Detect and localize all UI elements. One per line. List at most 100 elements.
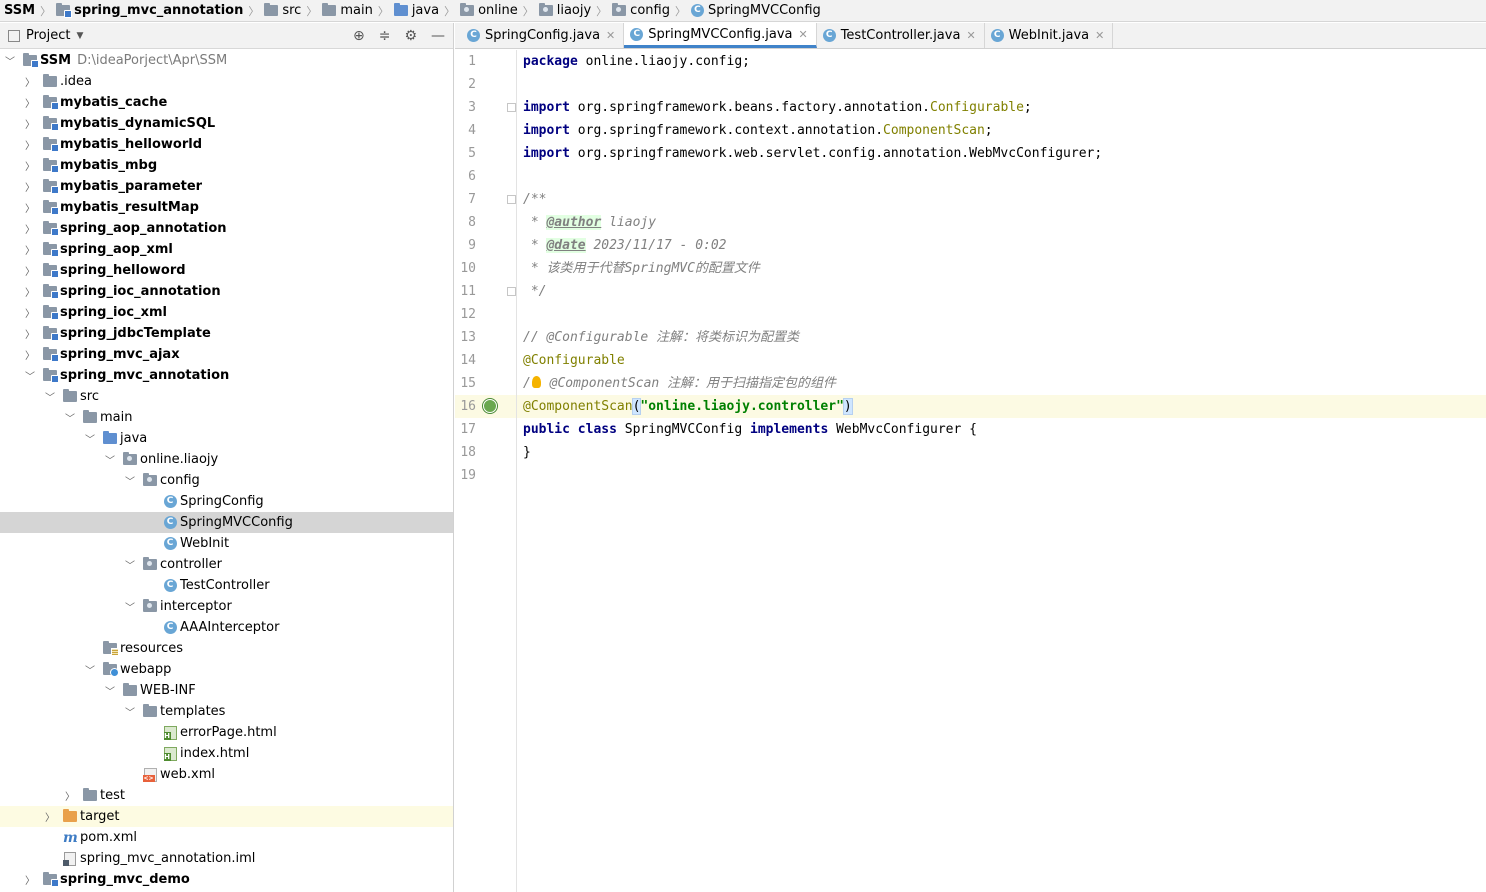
- tree-node[interactable]: ﹀ main: [0, 407, 453, 428]
- tree-node[interactable]: 〉 spring_ioc_xml: [0, 302, 453, 323]
- locate-icon[interactable]: ⊕: [353, 28, 365, 44]
- chevron-right-icon[interactable]: 〉: [24, 95, 36, 110]
- close-icon[interactable]: ✕: [798, 28, 807, 41]
- tree-node[interactable]: 〉 test: [0, 785, 453, 806]
- chevron-down-icon[interactable]: ﹀: [124, 599, 136, 614]
- chevron-right-icon[interactable]: 〉: [24, 326, 36, 341]
- chevron-down-icon[interactable]: ﹀: [84, 662, 96, 677]
- chevron-down-icon[interactable]: ﹀: [124, 557, 136, 572]
- module-folder-icon: [43, 242, 59, 257]
- chevron-down-icon[interactable]: ﹀: [4, 53, 16, 68]
- tree-node[interactable]: 〉 spring_ioc_annotation: [0, 281, 453, 302]
- chevron-right-icon[interactable]: 〉: [24, 347, 36, 362]
- chevron-down-icon[interactable]: ﹀: [104, 452, 116, 467]
- tree-node[interactable]: AAAInterceptor: [0, 617, 453, 638]
- chevron-right-icon[interactable]: 〉: [24, 200, 36, 215]
- tree-node[interactable]: 〉 mybatis_helloworld: [0, 134, 453, 155]
- tree-node[interactable]: web.xml: [0, 764, 453, 785]
- tree-node[interactable]: ﹀ online.liaojy: [0, 449, 453, 470]
- breadcrumb-item[interactable]: online: [460, 3, 518, 18]
- chevron-right-icon[interactable]: 〉: [44, 809, 56, 824]
- tree-node[interactable]: 〉 spring_jdbcTemplate: [0, 323, 453, 344]
- tree-node[interactable]: 〉 mybatis_parameter: [0, 176, 453, 197]
- tree-node[interactable]: 〉 spring_mvc_demo: [0, 869, 453, 890]
- chevron-right-icon[interactable]: 〉: [24, 305, 36, 320]
- chevron-right-icon[interactable]: 〉: [24, 179, 36, 194]
- gear-icon[interactable]: ⚙: [404, 28, 417, 44]
- tree-node[interactable]: ﹀ src: [0, 386, 453, 407]
- close-icon[interactable]: ✕: [1095, 29, 1104, 42]
- tree-node[interactable]: 〉 mybatis_resultMap: [0, 197, 453, 218]
- chevron-right-icon[interactable]: 〉: [24, 137, 36, 152]
- tree-node[interactable]: SpringMVCConfig: [0, 512, 453, 533]
- editor-tab[interactable]: SpringConfig.java ✕: [461, 23, 625, 48]
- tree-node[interactable]: 〉 spring_helloword: [0, 260, 453, 281]
- fold-marker-icon[interactable]: [507, 195, 516, 204]
- breadcrumb-item[interactable]: src: [264, 3, 301, 18]
- chevron-right-icon[interactable]: 〉: [64, 788, 76, 803]
- tree-node[interactable]: WebInit: [0, 533, 453, 554]
- project-panel-title[interactable]: Project: [26, 28, 70, 43]
- breadcrumb-item[interactable]: SSM: [4, 3, 35, 18]
- chevron-down-icon[interactable]: ﹀: [84, 431, 96, 446]
- tree-node[interactable]: 〉 mybatis_cache: [0, 92, 453, 113]
- tree-node[interactable]: ﹀ templates: [0, 701, 453, 722]
- tree-node[interactable]: SpringConfig: [0, 491, 453, 512]
- tree-node[interactable]: ﹀ webapp: [0, 659, 453, 680]
- tree-node[interactable]: ﹀ WEB-INF: [0, 680, 453, 701]
- tree-node-label: spring_mvc_annotation: [60, 368, 230, 383]
- close-icon[interactable]: ✕: [606, 29, 615, 42]
- chevron-right-icon[interactable]: 〉: [24, 242, 36, 257]
- tree-node[interactable]: ﹀ java: [0, 428, 453, 449]
- chevron-down-icon[interactable]: ﹀: [44, 389, 56, 404]
- editor-tab[interactable]: SpringMVCConfig.java ✕: [624, 23, 817, 48]
- tree-node[interactable]: ﹀ spring_mvc_annotation: [0, 365, 453, 386]
- tree-node[interactable]: index.html: [0, 743, 453, 764]
- tree-node[interactable]: ﹀ SSM D:\ideaPorject\Apr\SSM: [0, 50, 453, 71]
- tree-node[interactable]: spring_mvc_annotation.iml: [0, 848, 453, 869]
- tree-node[interactable]: 〉 spring_mvc_ajax: [0, 344, 453, 365]
- chevron-down-icon[interactable]: ▼: [76, 31, 83, 41]
- tree-node[interactable]: m pom.xml: [0, 827, 453, 848]
- chevron-down-icon[interactable]: ﹀: [124, 473, 136, 488]
- tree-node[interactable]: ﹀ config: [0, 470, 453, 491]
- breadcrumb-item[interactable]: spring_mvc_annotation: [56, 3, 243, 18]
- tree-node[interactable]: 〉 mybatis_mbg: [0, 155, 453, 176]
- breadcrumb-item[interactable]: SpringMVCConfig: [690, 3, 821, 18]
- lightbulb-icon[interactable]: [531, 376, 541, 388]
- tree-node[interactable]: 〉 target: [0, 806, 453, 827]
- chevron-down-icon[interactable]: ﹀: [124, 704, 136, 719]
- fold-marker-icon[interactable]: [507, 103, 516, 112]
- code-area[interactable]: package online.liaojy.config; import org.…: [517, 50, 1486, 892]
- tree-node[interactable]: ﹀ interceptor: [0, 596, 453, 617]
- hide-icon[interactable]: —: [431, 28, 445, 44]
- chevron-right-icon[interactable]: 〉: [24, 116, 36, 131]
- tree-node[interactable]: errorPage.html: [0, 722, 453, 743]
- editor-tab[interactable]: TestController.java ✕: [817, 23, 985, 48]
- tree-node[interactable]: 〉 spring_aop_annotation: [0, 218, 453, 239]
- tree-node[interactable]: resources: [0, 638, 453, 659]
- tree-node[interactable]: 〉 mybatis_dynamicSQL: [0, 113, 453, 134]
- breadcrumb-item[interactable]: java: [393, 3, 439, 18]
- chevron-down-icon[interactable]: ﹀: [64, 410, 76, 425]
- tree-node[interactable]: TestController: [0, 575, 453, 596]
- chevron-right-icon[interactable]: 〉: [24, 872, 36, 887]
- tree-node[interactable]: ﹀ controller: [0, 554, 453, 575]
- breadcrumb-item[interactable]: main: [322, 3, 373, 18]
- collapse-all-icon[interactable]: ≑: [379, 28, 391, 44]
- chevron-right-icon[interactable]: 〉: [24, 74, 36, 89]
- chevron-down-icon[interactable]: ﹀: [104, 683, 116, 698]
- chevron-right-icon[interactable]: 〉: [24, 221, 36, 236]
- breadcrumb-item[interactable]: config: [612, 3, 670, 18]
- chevron-down-icon[interactable]: ﹀: [24, 368, 36, 383]
- tree-node[interactable]: 〉 spring_aop_xml: [0, 239, 453, 260]
- close-icon[interactable]: ✕: [966, 29, 975, 42]
- chevron-right-icon[interactable]: 〉: [24, 158, 36, 173]
- chevron-right-icon[interactable]: 〉: [24, 284, 36, 299]
- breadcrumb-item[interactable]: liaojy: [538, 3, 591, 18]
- chevron-right-icon[interactable]: 〉: [24, 263, 36, 278]
- fold-marker-icon[interactable]: [507, 287, 516, 296]
- tree-node[interactable]: 〉 .idea: [0, 71, 453, 92]
- editor-tab[interactable]: WebInit.java ✕: [985, 23, 1114, 48]
- spring-bean-icon[interactable]: [483, 399, 497, 413]
